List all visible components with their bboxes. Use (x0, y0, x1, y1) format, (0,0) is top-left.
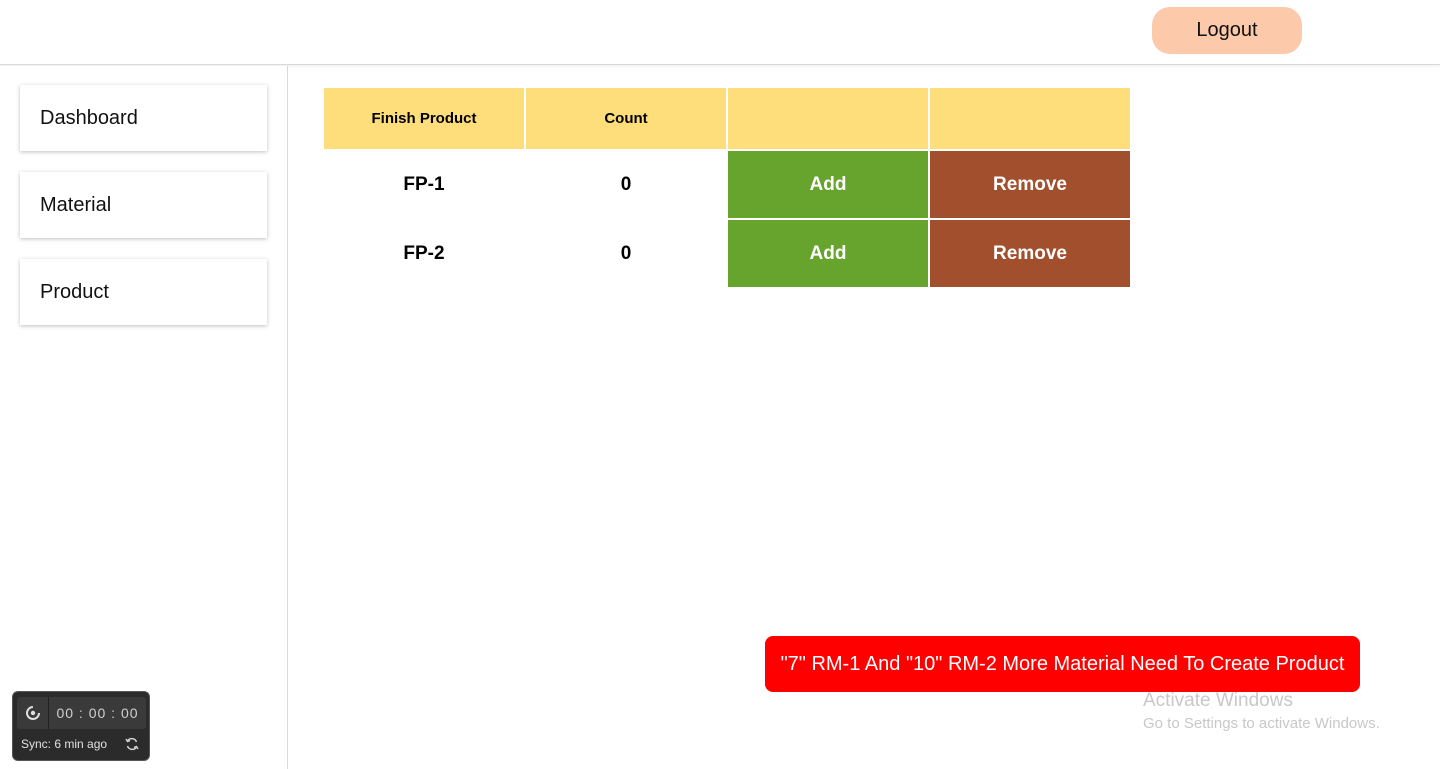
remove-cell: Remove (930, 220, 1130, 287)
logout-button[interactable]: Logout (1152, 7, 1302, 54)
remove-button[interactable]: Remove (930, 220, 1130, 287)
watermark-title: Activate Windows (1143, 690, 1293, 711)
add-cell: Add (728, 151, 928, 218)
error-toast[interactable]: "7" RM-1 And "10" RM-2 More Material Nee… (765, 636, 1360, 692)
remove-cell: Remove (930, 151, 1130, 218)
watermark-subtitle: Go to Settings to activate Windows. (1143, 715, 1380, 732)
refresh-icon[interactable] (124, 736, 140, 752)
add-button[interactable]: Add (728, 151, 928, 218)
timer-display: 00 : 00 : 00 (56, 705, 139, 721)
sidebar: Dashboard Material Product (0, 66, 288, 769)
product-count-cell: 0 (620, 242, 632, 264)
remove-button[interactable]: Remove (930, 151, 1130, 218)
sidebar-item-product[interactable]: Product (20, 259, 267, 325)
product-name-cell: FP-1 (403, 173, 445, 195)
column-header-finish-product: Finish Product (324, 88, 524, 149)
sync-status: Sync: 6 min ago (21, 737, 108, 751)
sidebar-item-material[interactable]: Material (20, 172, 267, 238)
timer-row: 00 : 00 : 00 (17, 697, 146, 729)
product-count-cell: 0 (620, 173, 632, 195)
table-row: FP-1 0 Add Remove (324, 151, 1130, 218)
add-cell: Add (728, 220, 928, 287)
sidebar-item-dashboard[interactable]: Dashboard (20, 85, 267, 151)
time-tracker-widget: 00 : 00 : 00 Sync: 6 min ago (12, 691, 150, 761)
add-button[interactable]: Add (728, 220, 928, 287)
product-name-cell: FP-2 (403, 242, 445, 264)
activate-windows-watermark: Activate Windows Go to Settings to activ… (1143, 690, 1380, 732)
table-row: FP-2 0 Add Remove (324, 220, 1130, 287)
timer-start-icon[interactable] (17, 697, 49, 729)
column-header-add (728, 88, 928, 149)
column-header-remove (930, 88, 1130, 149)
top-bar: Logout (0, 0, 1440, 65)
finish-product-table: Finish Product Count FP-1 0 Add Remove F… (322, 86, 1132, 289)
column-header-count: Count (526, 88, 726, 149)
table-header-row: Finish Product Count (324, 88, 1130, 149)
